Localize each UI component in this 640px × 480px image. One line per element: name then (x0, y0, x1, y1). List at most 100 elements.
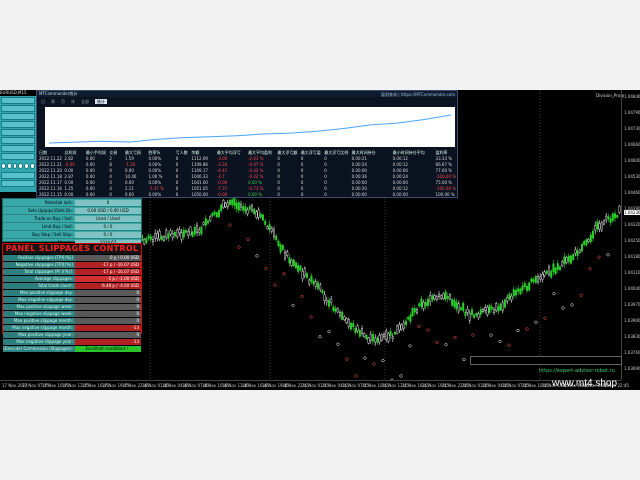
trade-marker-icon (273, 283, 277, 287)
history-cell: 0.00 (85, 185, 95, 191)
candle-body (275, 235, 278, 240)
sidebar-button-3[interactable] (1, 113, 35, 120)
expert-url[interactable]: https://expert-advisor-robot.ru (539, 368, 615, 374)
candle-body (574, 249, 577, 254)
history-cell: 0 (324, 191, 327, 197)
history-cell: -3.7 (216, 173, 225, 179)
tab-all[interactable]: 全部 (81, 99, 89, 104)
sidebar-button-9[interactable] (1, 172, 35, 179)
candle-body (248, 206, 251, 210)
stat-label: Buy Stop / Sell Stop: (32, 232, 73, 237)
trade-marker-icon (498, 339, 502, 343)
candle-body (321, 290, 324, 294)
top-background (0, 0, 640, 90)
candle-body (398, 324, 401, 331)
candle-body (332, 306, 335, 312)
slippage-row: Max negative slippage year: -13 (3, 338, 141, 345)
candle-body (519, 288, 522, 295)
trade-marker-icon (507, 343, 511, 347)
candle-body (554, 267, 557, 275)
candle-body (530, 278, 533, 282)
slippage-row: Max positive slippage year: 0 (3, 331, 141, 338)
candle-body (407, 316, 410, 320)
history-row: 2022.11.16 1.25 0.00 4 2.11 -7.47 % 0 1051.05 -7… (37, 185, 457, 191)
candle-body (376, 337, 379, 343)
sidebar-button-7[interactable] (1, 145, 35, 152)
history-cell: 0.00 (64, 191, 74, 197)
candle-body (433, 295, 436, 300)
tab-month[interactable]: 月 (61, 99, 65, 104)
candle-body (526, 285, 529, 291)
sidebar-button-5[interactable] (1, 129, 35, 136)
candle-body (184, 230, 187, 233)
history-cell: 1112.09 (191, 155, 208, 161)
price-tick-label: 1.04250 (624, 238, 640, 243)
slippage-value: -17 p / -16.07 USD (75, 262, 141, 268)
tab-day[interactable]: 日 (41, 99, 45, 104)
shop-watermark: www.mt4.shop (552, 378, 618, 389)
candle-body (578, 249, 581, 253)
history-cell: 2.82 (64, 155, 74, 161)
stat-label: Sets Up(pips)/Sets Dn: (27, 208, 73, 213)
history-panel-link[interactable]: 量测查询 | https://MTCommander.com (381, 92, 455, 97)
expert-stats-panel: Potential lock: 0 Sets Up(pips)/Sets Dn: 0.… (2, 198, 142, 255)
candle-body (217, 210, 220, 218)
candle-body (431, 295, 434, 301)
tab-stats[interactable]: 统计 (95, 98, 107, 104)
candle-body (323, 294, 326, 302)
stat-value: 0 / 0 (75, 223, 141, 230)
history-cell: 2022.11.21 (39, 161, 62, 167)
sidebar-toggle-row (0, 161, 36, 171)
history-cell: 0 (300, 155, 304, 161)
indicator-label: Division_Pro@ (596, 93, 625, 98)
candle-body (378, 334, 381, 343)
candle-body (405, 320, 408, 325)
toggle-circle-icon[interactable] (24, 163, 30, 169)
candle-body (471, 309, 474, 316)
price-tick-label: 1.03690 (624, 366, 640, 371)
sidebar-button-10[interactable] (1, 180, 35, 187)
expert-sidebar (0, 96, 36, 192)
candle-body (266, 226, 269, 229)
trade-marker-icon (516, 328, 520, 333)
candle-body (228, 199, 231, 205)
url-strip[interactable]: https://expert-advisor-robot.ru (470, 356, 622, 374)
toggle-circle-icon[interactable] (1, 163, 6, 169)
trade-marker-icon (552, 292, 556, 296)
price-tick-label: 1.04040 (624, 286, 640, 291)
slippage-row: Average slippages: -1 p / -1.00 USD (3, 275, 141, 282)
toggle-circle-icon[interactable] (30, 163, 35, 169)
time-scale: 17 Nov 2022 17 Nov 07:45 17 Nov 10:45 17 No… (0, 380, 629, 390)
candle-body (416, 309, 419, 314)
history-cell: -7.47 % (148, 185, 164, 191)
history-cell: 0 (300, 191, 304, 197)
candle-body (380, 334, 383, 341)
sidebar-button-1[interactable] (1, 97, 35, 104)
candle-body (334, 308, 337, 312)
history-cell: 1109.17 (191, 167, 208, 173)
history-cell: 0 (277, 179, 280, 185)
tab-week[interactable]: 周 (51, 99, 55, 104)
sidebar-button-6[interactable] (1, 137, 35, 144)
slippage-value: 0 (75, 290, 141, 296)
candle-body (420, 298, 423, 307)
history-cell: 0 (175, 155, 179, 161)
trade-marker-icon (579, 293, 583, 297)
history-cell: -7.37 (216, 185, 228, 191)
sidebar-button-8[interactable] (1, 153, 35, 160)
trade-marker-icon (417, 324, 421, 328)
price-chart[interactable]: EURUSD,M15 MTCommander统计 量测查询 | https://… (0, 90, 640, 390)
candle-body (363, 332, 366, 338)
toggle-circle-icon[interactable] (12, 163, 18, 169)
trade-marker-icon (444, 343, 448, 347)
trade-marker-icon (327, 330, 331, 334)
history-cell: 0.00:21 (351, 155, 367, 161)
sidebar-button-2[interactable] (1, 105, 35, 112)
tab-year[interactable]: 年 (71, 99, 75, 104)
toggle-circle-icon[interactable] (18, 163, 24, 169)
sidebar-button-4[interactable] (1, 121, 35, 128)
candle-body (233, 197, 236, 206)
history-cell: 77.00 % (435, 167, 453, 173)
toggle-circle-icon[interactable] (6, 163, 12, 169)
slippage-value: -1 p / -1.00 USD (75, 276, 141, 282)
